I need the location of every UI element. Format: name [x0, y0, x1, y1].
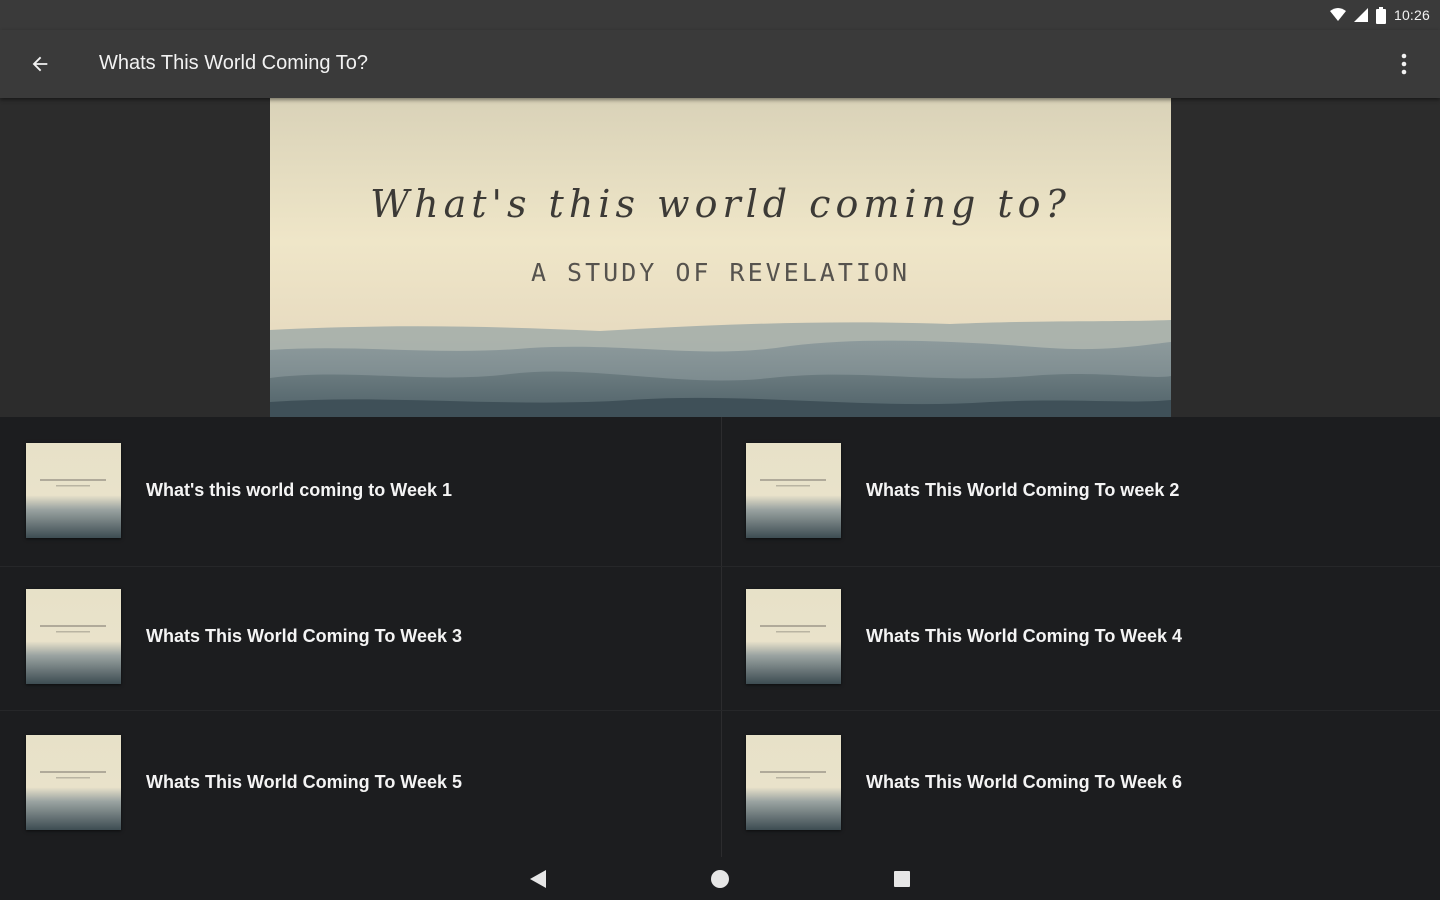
list-item[interactable]: Whats This World Coming To Week 4 — [720, 563, 1440, 709]
system-nav-bar — [0, 857, 1440, 900]
episode-thumbnail — [26, 735, 121, 830]
episode-title: Whats This World Coming To Week 4 — [866, 626, 1183, 646]
wifi-icon — [1329, 8, 1346, 21]
episode-title: Whats This World Coming To week 2 — [866, 480, 1180, 500]
app-screen: 10:26 Whats This World Coming To? What's… — [0, 0, 1440, 900]
episode-thumbnail — [26, 443, 121, 538]
thumbnail-image — [26, 735, 121, 830]
battery-icon — [1375, 6, 1386, 24]
status-time: 10:26 — [1393, 7, 1430, 23]
nav-back-button[interactable] — [520, 861, 556, 897]
thumbnail-image — [746, 589, 841, 684]
hero-subtitle: A STUDY OF REVELATION — [530, 258, 911, 287]
episode-thumbnail — [26, 589, 121, 684]
thumbnail-image — [746, 443, 841, 538]
back-button[interactable] — [20, 44, 60, 84]
episode-title: Whats This World Coming To Week 5 — [146, 772, 463, 792]
list-item[interactable]: Whats This World Coming To week 2 — [720, 417, 1440, 563]
episode-thumbnail — [746, 735, 841, 830]
list-item[interactable]: What's this world coming to Week 1 — [0, 417, 720, 563]
cell-signal-icon — [1353, 8, 1368, 22]
episode-thumbnail — [746, 589, 841, 684]
episode-title: What's this world coming to Week 1 — [146, 480, 452, 500]
overflow-menu-button[interactable] — [1384, 44, 1424, 84]
list-item[interactable]: Whats This World Coming To Week 5 — [0, 709, 720, 855]
nav-recents-button[interactable] — [884, 861, 920, 897]
page-title: Whats This World Coming To? — [99, 52, 368, 74]
status-bar: 10:26 — [0, 0, 1440, 30]
arrow-back-icon — [32, 56, 48, 72]
episode-title: Whats This World Coming To Week 3 — [146, 626, 463, 646]
episode-thumbnail — [746, 443, 841, 538]
thumbnail-image — [746, 735, 841, 830]
more-vert-icon — [1401, 53, 1407, 75]
thumbnail-image — [26, 589, 121, 684]
recents-square-icon — [894, 871, 910, 887]
back-triangle-icon — [530, 870, 546, 888]
status-icons: 10:26 — [1329, 5, 1430, 25]
app-bar: Whats This World Coming To? — [0, 30, 1440, 98]
episode-title: Whats This World Coming To Week 6 — [866, 772, 1183, 792]
list-item[interactable]: Whats This World Coming To Week 6 — [720, 709, 1440, 855]
hero-banner: What's this world coming to? A STUDY OF … — [270, 98, 1171, 417]
thumbnail-image — [26, 443, 121, 538]
episode-list: What's this world coming to Week 1 Whats… — [0, 417, 1440, 857]
list-item[interactable]: Whats This World Coming To Week 3 — [0, 563, 720, 709]
hero-title: What's this world coming to? — [370, 182, 1071, 226]
home-circle-icon — [711, 870, 729, 888]
hero-area: What's this world coming to? A STUDY OF … — [0, 98, 1440, 417]
nav-home-button[interactable] — [702, 861, 738, 897]
